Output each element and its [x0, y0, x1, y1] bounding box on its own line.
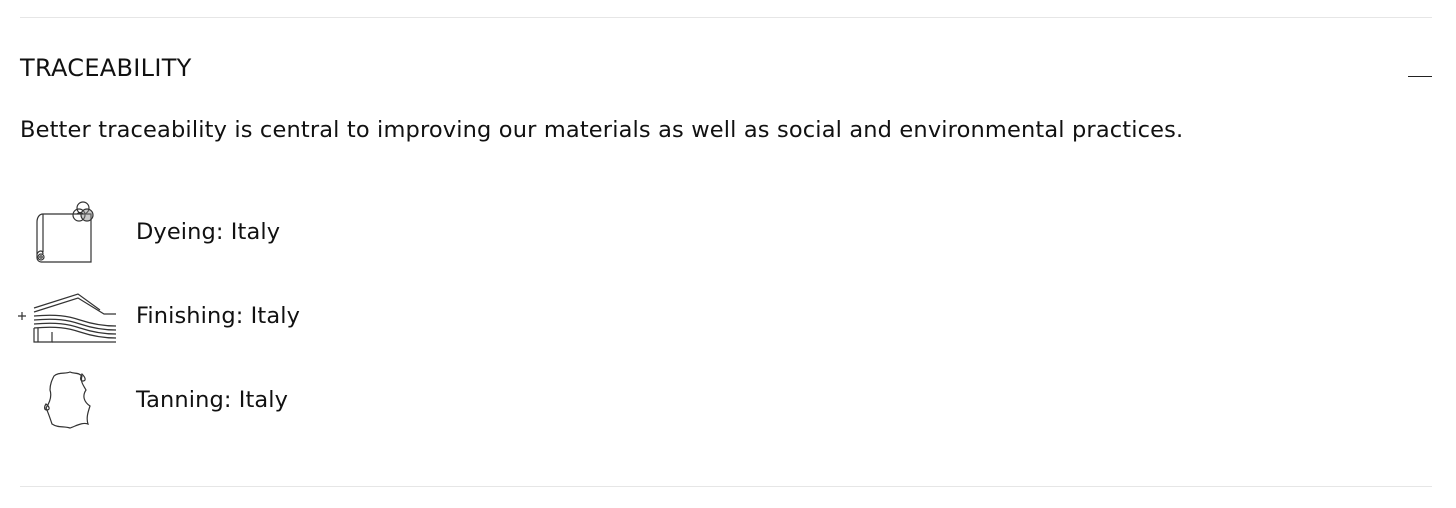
section-title: TRACEABILITY — [20, 54, 192, 82]
traceability-label-tanning: Tanning: Italy — [136, 387, 289, 413]
traceability-list: Dyeing: Italy Finishing: Italy Tanning: … — [16, 184, 300, 448]
traceability-accordion-header[interactable]: TRACEABILITY — [20, 44, 1432, 92]
list-item-tanning: Tanning: Italy — [16, 352, 300, 448]
list-item-finishing: Finishing: Italy — [16, 268, 300, 364]
finishing-layers-icon — [16, 280, 120, 352]
dyeing-fabric-roll-icon — [16, 196, 120, 268]
tanning-hide-icon — [16, 364, 120, 436]
section-description: Better traceability is central to improv… — [20, 117, 1184, 143]
top-divider — [20, 17, 1432, 18]
list-item-dyeing: Dyeing: Italy — [16, 184, 300, 280]
bottom-divider — [20, 486, 1432, 487]
traceability-label-dyeing: Dyeing: Italy — [136, 219, 281, 245]
minus-icon[interactable] — [1406, 56, 1432, 80]
traceability-label-finishing: Finishing: Italy — [136, 303, 300, 329]
